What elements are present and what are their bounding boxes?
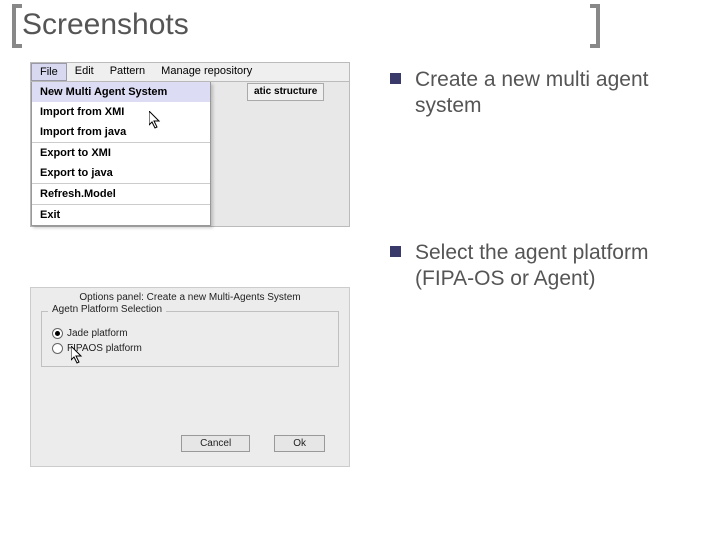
bullet-item: Select the agent platform (FIPA-OS or Ag… [390,240,700,293]
radio-jade[interactable] [52,328,63,339]
platform-group-label: Agetn Platform Selection [48,304,166,315]
slide-title: Screenshots [0,0,720,48]
app-screenshot-menu: File Edit Pattern Manage repository New … [30,62,350,227]
menu-manage-repository[interactable]: Manage repository [153,63,260,81]
bullet-square-icon [390,73,401,84]
menu-item-import-xmi[interactable]: Import from XMI [32,102,210,122]
tab-static-structure[interactable]: atic structure [247,83,324,101]
menu-item-refresh-model[interactable]: Refresh.Model [32,184,210,204]
menu-item-export-java[interactable]: Export to java [32,163,210,183]
menubar: File Edit Pattern Manage repository [31,63,349,82]
title-bracket-right [590,4,600,48]
menu-edit[interactable]: Edit [67,63,102,81]
bullet-item: Create a new multi agent system [390,67,700,120]
menu-pattern[interactable]: Pattern [102,63,153,81]
ok-button[interactable]: Ok [274,435,325,452]
menu-item-new-mas[interactable]: New Multi Agent System [32,82,210,102]
radio-row-fipaos[interactable]: FIPAOS platform [52,341,328,356]
bullet-text: Select the agent platform (FIPA-OS or Ag… [415,240,700,293]
menu-item-import-java[interactable]: Import from java [32,122,210,142]
bullet-square-icon [390,246,401,257]
radio-fipaos[interactable] [52,343,63,354]
radio-fipaos-label: FIPAOS platform [67,343,142,354]
menu-item-exit[interactable]: Exit [32,205,210,225]
menu-file[interactable]: File [31,63,67,81]
bullet-text: Create a new multi agent system [415,67,700,120]
file-dropdown: New Multi Agent System Import from XMI I… [31,82,211,226]
radio-row-jade[interactable]: Jade platform [52,326,328,341]
radio-jade-label: Jade platform [67,328,128,339]
menu-item-export-xmi[interactable]: Export to XMI [32,143,210,163]
bullet-list: Create a new multi agent system Select t… [390,67,700,412]
app-screenshot-options: Options panel: Create a new Multi-Agents… [30,287,350,467]
title-bracket-left [12,4,22,48]
platform-groupbox: Agetn Platform Selection Jade platform F… [41,311,339,367]
cancel-button[interactable]: Cancel [181,435,250,452]
